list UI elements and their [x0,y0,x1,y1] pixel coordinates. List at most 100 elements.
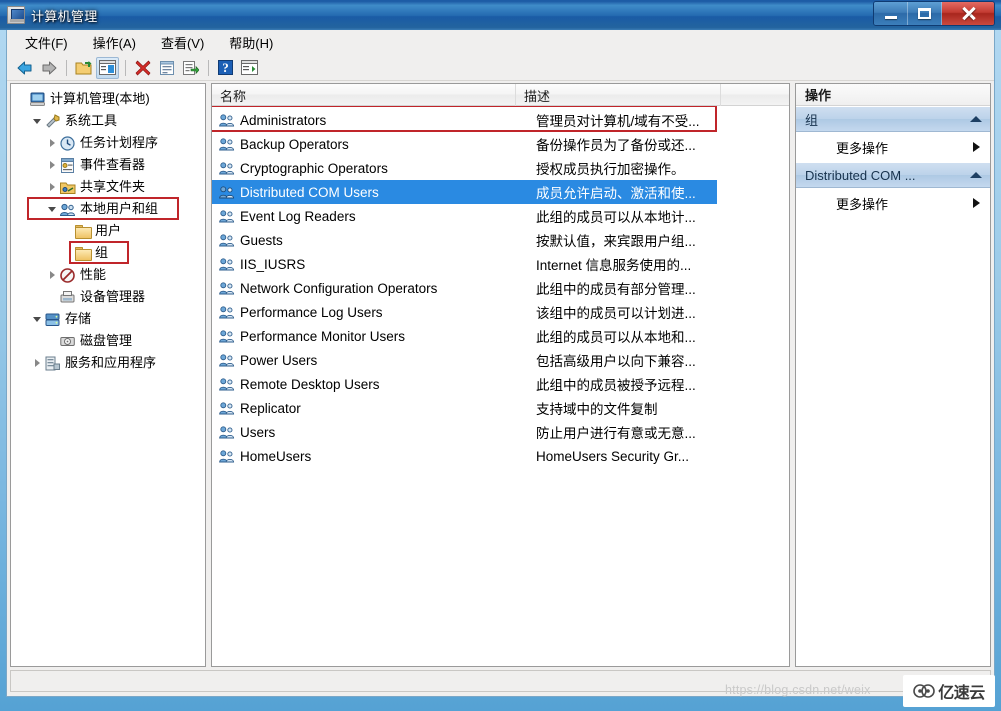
event-viewer-icon [60,157,74,173]
tree-users[interactable]: 用户 [11,220,205,242]
tree-task-scheduler[interactable]: 任务计划程序 [11,132,205,154]
group-icon [219,280,235,296]
help-button[interactable]: ? [214,57,237,79]
tree-local-users-and-groups[interactable]: 本地用户和组 [11,198,205,220]
group-icon [219,352,235,368]
menu-help[interactable]: 帮助(H) [223,30,284,55]
tree-computer-management-local[interactable]: 计算机管理(本地) [11,88,205,110]
tree-groups[interactable]: 组 [11,242,205,264]
show-action-pane-button[interactable] [238,57,261,79]
tree-node-label: 任务计划程序 [80,135,159,150]
group-icon [219,354,235,367]
up-folder-button[interactable] [72,57,95,79]
groups-list-pane[interactable]: 名称 描述 Administrators 管理员对计算机/域有不受... Backu… [211,83,790,667]
tree-node-label: 用户 [95,223,122,238]
group-icon [219,330,235,343]
groups-list[interactable]: Administrators 管理员对计算机/域有不受... Backup Oper… [212,106,789,666]
table-row[interactable]: HomeUsers HomeUsers Security Gr... [212,444,789,468]
menu-file[interactable]: 文件(F) [19,30,79,55]
group-description-cell: 管理员对计算机/域有不受... [536,114,700,129]
actions-pane: 操作 组 更多操作 Distributed COM ... 更多操作 [795,83,991,667]
menu-view[interactable]: 查看(V) [155,30,215,55]
console-tree-pane[interactable]: 计算机管理(本地) 系统工具任务计划程序事件查看器 共享文件夹 本地用户和组用户组性能… [10,83,206,667]
shared-folders-icon [59,182,75,194]
column-header-name[interactable]: 名称 [212,84,516,106]
menu-action[interactable]: 操作(A) [87,30,147,55]
collapse-toggle[interactable] [45,198,59,220]
maximize-button[interactable] [908,2,942,25]
collapse-toggle[interactable] [30,110,44,132]
title-bar[interactable]: 计算机管理 [0,0,1001,30]
chevron-right-icon [34,359,40,367]
chevron-down-icon [33,316,41,322]
actions-pane-title: 操作 [796,84,990,106]
table-row[interactable]: Distributed COM Users 成员允许启动、激活和使... [212,180,717,204]
export-list-button[interactable] [179,57,202,79]
table-row[interactable]: Users 防止用户进行有意或无意... [212,420,789,444]
back-button[interactable] [13,57,36,79]
forward-button[interactable] [37,57,60,79]
group-name-cell: Distributed COM Users [240,184,379,200]
delete-button[interactable] [131,57,154,79]
list-column-headers: 名称 描述 [212,84,789,106]
table-row[interactable]: Power Users 包括高级用户以向下兼容... [212,348,789,372]
device-manager-icon [59,289,76,305]
expand-toggle[interactable] [45,132,59,154]
group-icon [219,448,235,464]
group-icon [219,112,235,128]
group-name-cell: HomeUsers [240,448,312,464]
table-row[interactable]: Performance Monitor Users 此组的成员可以从本地和... [212,324,789,348]
actions-section-groups[interactable]: 组 [796,106,990,132]
tree-storage[interactable]: 存储 [11,308,205,330]
tree-disk-management[interactable]: 磁盘管理 [11,330,205,352]
close-button[interactable] [942,2,994,25]
expand-toggle[interactable] [45,264,59,286]
shared-folders-icon [59,179,76,195]
tree-system-tools[interactable]: 系统工具 [11,110,205,132]
task-scheduler-icon [59,135,75,151]
tree-device-manager[interactable]: 设备管理器 [11,286,205,308]
device-manager-icon [60,290,74,302]
maximize-icon [918,8,931,19]
chevron-right-icon [49,183,55,191]
group-icon [219,306,235,319]
tree-event-viewer[interactable]: 事件查看器 [11,154,205,176]
group-description-cell: 按默认值，来宾跟用户组... [536,234,696,249]
group-icon [219,402,235,415]
group-description-cell: 成员允许启动、激活和使... [536,186,696,201]
collapse-toggle[interactable] [30,308,44,330]
actions-section-dcom[interactable]: Distributed COM ... [796,162,990,188]
properties-button[interactable] [155,57,178,79]
table-row[interactable]: Event Log Readers 此组的成员可以从本地计... [212,204,789,228]
brand-watermark-label: 亿速云 [938,685,985,702]
table-row[interactable]: Remote Desktop Users 此组中的成员被授予远程... [212,372,789,396]
expand-toggle[interactable] [30,352,44,374]
group-icon [219,376,235,392]
group-name-cell: Event Log Readers [240,208,356,224]
table-row[interactable]: IIS_IUSRS Internet 信息服务使用的... [212,252,789,276]
tree-node-label: 性能 [80,267,107,282]
table-row[interactable]: Cryptographic Operators 授权成员执行加密操作。 [212,156,789,180]
table-row[interactable]: Administrators 管理员对计算机/域有不受... [212,108,789,132]
group-icon [219,234,235,247]
column-header-description[interactable]: 描述 [516,84,721,106]
expand-toggle[interactable] [45,176,59,198]
table-row[interactable]: Guests 按默认值，来宾跟用户组... [212,228,789,252]
local-users-groups-icon [59,201,76,217]
table-row[interactable]: Backup Operators 备份操作员为了备份或还... [212,132,789,156]
group-name-cell: Cryptographic Operators [240,160,388,176]
expand-toggle[interactable] [45,154,59,176]
tree-shared-folders[interactable]: 共享文件夹 [11,176,205,198]
tree-services-and-applications[interactable]: 服务和应用程序 [11,352,205,374]
cloud-logo-icon [913,683,936,699]
minimize-button[interactable] [874,2,908,25]
table-row[interactable]: Network Configuration Operators 此组中的成员有部分… [212,276,789,300]
more-actions-dcom[interactable]: 更多操作 [796,188,990,218]
group-description-cell: 此组的成员可以从本地计... [536,210,696,225]
tree-performance[interactable]: 性能 [11,264,205,286]
table-row[interactable]: Performance Log Users 该组中的成员可以计划进... [212,300,789,324]
more-actions-groups[interactable]: 更多操作 [796,132,990,162]
show-hide-tree-button[interactable] [96,56,119,79]
table-row[interactable]: Replicator 支持域中的文件复制 [212,396,789,420]
